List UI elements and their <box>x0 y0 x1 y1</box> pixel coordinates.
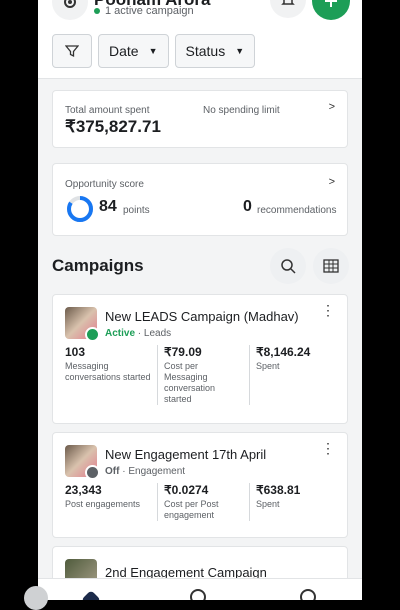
gear-icon <box>64 0 76 8</box>
campaigns-heading: Campaigns <box>52 256 144 275</box>
campaign-name: New Engagement 17th April <box>105 447 267 462</box>
campaign-status-line: Off · Engagement <box>105 466 186 477</box>
status-filter-label: Status <box>185 43 226 59</box>
opportunity-score-label: Opportunity score <box>65 179 144 190</box>
spending-limit-label: No spending limit <box>203 105 280 116</box>
score-ring-icon <box>67 196 93 222</box>
notifications-button[interactable] <box>270 0 306 18</box>
chevron-right-icon: > <box>328 176 335 188</box>
add-campaign-button[interactable] <box>312 0 350 20</box>
settings-button[interactable] <box>52 0 88 20</box>
chevron-down-icon[interactable]: ⌄ <box>254 0 264 2</box>
metric: ₹8,146.24 Spent <box>249 345 341 405</box>
insights-icon[interactable] <box>190 589 206 600</box>
plus-icon <box>325 0 337 7</box>
opportunity-card[interactable]: Opportunity score > 84 points 0 recommen… <box>52 163 348 236</box>
campaign-metrics: 23,343 Post engagements ₹0.0274 Cost per P… <box>65 483 341 521</box>
header: Poonam Arora 1 active campaign ⌄ Date▼ S… <box>38 0 362 79</box>
campaign-name: New LEADS Campaign (Madhav) <box>105 309 299 324</box>
metric-label: Spent <box>256 361 280 371</box>
metric-value: 23,343 <box>65 483 102 497</box>
metric-value: ₹79.09 <box>164 345 202 359</box>
caret-down-icon: ▼ <box>235 46 245 56</box>
campaign-status: Active <box>105 328 136 339</box>
campaign-thumbnail <box>65 307 100 342</box>
filter-button[interactable] <box>52 34 92 68</box>
bottom-navigation <box>38 578 362 600</box>
metric: ₹0.0274 Cost per Post engagement <box>157 483 249 521</box>
recommendations-label: recommendations <box>257 205 337 216</box>
campaign-objective: Engagement <box>128 466 186 477</box>
metric-label: Spent <box>256 499 280 509</box>
opportunity-score-value: 84 <box>99 198 117 215</box>
home-icon[interactable] <box>81 590 101 600</box>
metric-label: Messaging conversations started <box>65 361 151 382</box>
date-filter-dropdown[interactable]: Date ▼ <box>98 34 169 68</box>
campaign-card[interactable]: New LEADS Campaign (Madhav) Active · Lea… <box>52 294 348 424</box>
status-filter-dropdown[interactable]: Status ▼ <box>174 34 256 68</box>
account-status-text: 1 active campaign <box>105 5 194 17</box>
metric: ₹79.09 Cost per Messaging conversation st… <box>157 345 249 405</box>
metric-value: ₹0.0274 <box>164 483 209 497</box>
help-icon[interactable] <box>300 589 316 600</box>
search-button[interactable] <box>270 248 306 284</box>
paused-dot-icon <box>85 465 100 480</box>
metric: 103 Messaging conversations started <box>65 345 157 405</box>
chevron-right-icon: > <box>328 101 335 113</box>
campaign-metrics: 103 Messaging conversations started ₹79.0… <box>65 345 341 405</box>
metric-label: Cost per Post engagement <box>164 499 219 520</box>
total-spent-label: Total amount spent <box>65 105 150 116</box>
metric-value: 103 <box>65 345 86 359</box>
campaign-status-line: Active · Leads <box>105 328 172 339</box>
metric-label: Post engagements <box>65 499 141 509</box>
metric-value: ₹638.81 <box>256 483 301 497</box>
more-options-kebab-icon[interactable]: ⋮ <box>321 441 335 455</box>
app-screen: Poonam Arora 1 active campaign ⌄ Date▼ S… <box>38 0 362 600</box>
metric: ₹638.81 Spent <box>249 483 341 521</box>
table-icon <box>323 259 339 273</box>
spend-card[interactable]: Total amount spent No spending limit > ₹… <box>52 90 348 148</box>
table-view-button[interactable] <box>313 248 349 284</box>
caret-down-icon: ▼ <box>148 46 158 56</box>
more-options-kebab-icon[interactable]: ⋮ <box>321 303 335 317</box>
metric-label: Cost per Messaging conversation started <box>164 361 216 404</box>
status-dot-icon <box>85 327 100 342</box>
campaign-thumbnail <box>65 445 100 480</box>
bell-icon <box>281 0 295 5</box>
total-spent-amount: ₹375,827.71 <box>65 117 161 136</box>
filter-bar: Date ▼ Status ▼ <box>52 34 256 70</box>
metric: 23,343 Post engagements <box>65 483 157 521</box>
campaign-card[interactable]: New Engagement 17th April Off · Engageme… <box>52 432 348 538</box>
assistive-touch-button[interactable] <box>24 586 48 610</box>
active-dot-icon <box>94 8 100 15</box>
funnel-icon <box>65 45 79 58</box>
campaign-objective: Leads <box>143 328 172 339</box>
campaign-status: Off <box>105 466 120 477</box>
opportunity-score-unit: points <box>123 205 150 216</box>
metric-value: ₹8,146.24 <box>256 345 311 359</box>
date-filter-label: Date <box>109 43 139 59</box>
account-status: 1 active campaign <box>94 5 194 17</box>
recommendations-count: 0 <box>243 198 252 215</box>
search-icon <box>281 259 296 274</box>
